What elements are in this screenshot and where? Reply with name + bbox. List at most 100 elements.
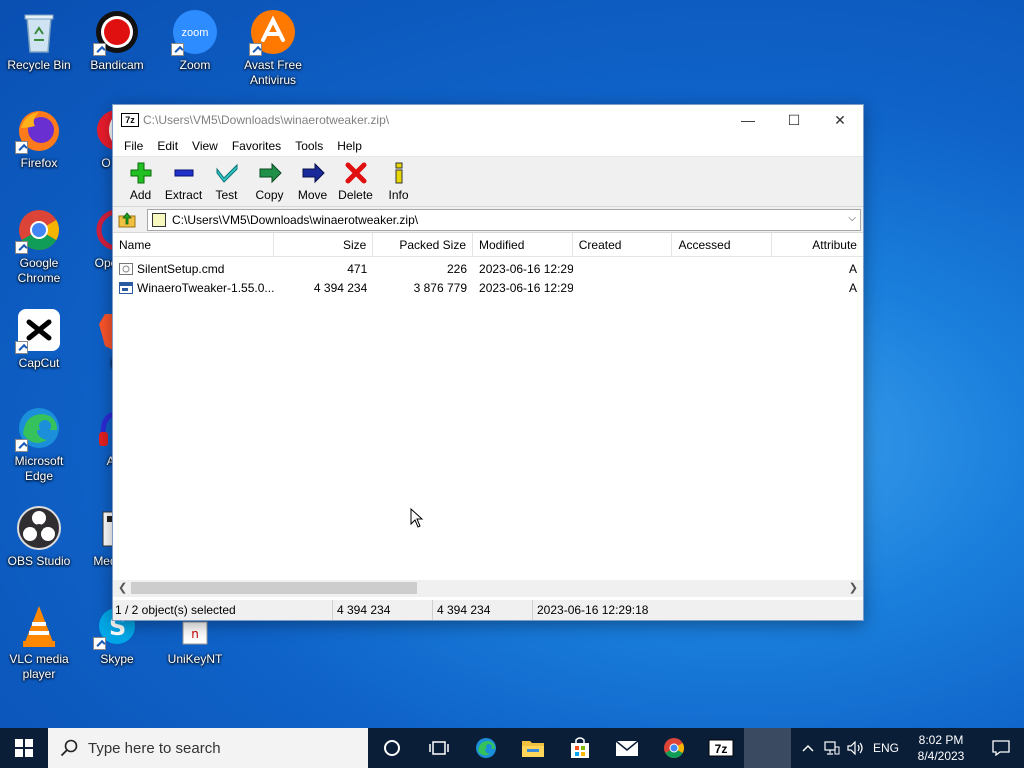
delete-button[interactable]: Delete — [334, 157, 377, 205]
action-center-button[interactable] — [978, 728, 1024, 768]
chrome-icon — [15, 206, 63, 254]
desktop-icon-obs-studio[interactable]: OBS Studio — [0, 500, 78, 592]
shortcut-arrow-icon — [15, 341, 28, 354]
taskbar-chrome[interactable] — [650, 728, 697, 768]
close-button[interactable]: ✕ — [817, 105, 863, 135]
copy-button[interactable]: Copy — [248, 157, 291, 205]
clock[interactable]: 8:02 PM 8/4/2023 — [904, 732, 978, 764]
info-button[interactable]: Info — [377, 157, 420, 205]
start-button[interactable] — [0, 728, 48, 768]
file-modified: 2023-06-16 12:29 — [479, 280, 573, 295]
shortcut-arrow-icon — [93, 43, 106, 56]
taskbar-file-explorer[interactable] — [509, 728, 556, 768]
recycle-bin-icon — [15, 8, 63, 56]
desktop-icon-firefox[interactable]: Firefox — [0, 102, 78, 194]
add-button[interactable]: Add — [119, 157, 162, 205]
menu-tools[interactable]: Tools — [288, 139, 330, 153]
taskbar-7zip[interactable]: 7z — [697, 728, 744, 768]
desktop-icon-zoom[interactable]: zoom Zoom — [156, 4, 234, 96]
sevenzip-window: 7z C:\Users\VM5\Downloads\winaerotweaker… — [112, 104, 864, 621]
column-header-packed-size[interactable]: Packed Size — [373, 232, 474, 257]
show-hidden-icons-chevron-up-icon[interactable] — [796, 728, 820, 768]
column-header-modified[interactable]: Modified — [473, 232, 573, 257]
taskbar-edge[interactable] — [462, 728, 509, 768]
status-size: 4 394 234 — [333, 600, 433, 620]
menu-view[interactable]: View — [185, 139, 225, 153]
desktop-icon-bandicam[interactable]: Bandicam — [78, 4, 156, 96]
delete-x-icon — [345, 162, 366, 184]
language-indicator[interactable]: ENG — [868, 728, 904, 768]
menu-favorites[interactable]: Favorites — [225, 139, 288, 153]
edge-icon — [15, 404, 63, 452]
desktop-icon-vlc[interactable]: VLC media player — [0, 598, 78, 690]
status-packed: 4 394 234 — [433, 600, 533, 620]
extract-button[interactable]: Extract — [162, 157, 205, 205]
task-view-button[interactable] — [415, 728, 462, 768]
title-bar[interactable]: 7z C:\Users\VM5\Downloads\winaerotweaker… — [113, 105, 863, 135]
up-folder-button[interactable] — [115, 209, 139, 231]
zip-file-icon — [152, 212, 166, 227]
info-label: Info — [388, 188, 409, 202]
move-label: Move — [297, 188, 328, 202]
path-field[interactable]: C:\Users\VM5\Downloads\winaerotweaker.zi… — [147, 208, 861, 231]
svg-text:n: n — [191, 627, 199, 641]
shortcut-arrow-icon — [15, 141, 28, 154]
desktop-icon-recycle-bin[interactable]: Recycle Bin — [0, 4, 78, 96]
horizontal-scrollbar[interactable]: ❮ ❯ — [113, 580, 863, 597]
mail-envelope-icon — [615, 740, 638, 756]
desktop-icon-avast[interactable]: Avast Free Antivirus — [234, 4, 312, 96]
file-accessed — [672, 278, 772, 297]
taskbar-mail[interactable] — [603, 728, 650, 768]
firefox-icon — [15, 106, 63, 154]
path-text: C:\Users\VM5\Downloads\winaerotweaker.zi… — [172, 212, 419, 227]
capcut-icon — [15, 306, 63, 354]
column-header-accessed[interactable]: Accessed — [672, 232, 773, 257]
info-icon — [395, 162, 402, 184]
cortana-button[interactable] — [368, 728, 415, 768]
scroll-right-icon[interactable]: ❯ — [849, 581, 858, 594]
status-selection: 1 / 2 object(s) selected — [113, 600, 333, 620]
notification-icon — [992, 740, 1010, 756]
desktop-icon-capcut[interactable]: CapCut — [0, 302, 78, 394]
taskbar-microsoft-store[interactable] — [556, 728, 603, 768]
maximize-button[interactable]: ☐ — [771, 105, 817, 135]
column-header-name[interactable]: Name — [113, 232, 274, 257]
column-header-attributes[interactable]: Attribute — [772, 233, 863, 257]
task-view-icon — [428, 741, 449, 755]
desktop-icon-label: Microsoft Edge — [14, 454, 64, 483]
taskbar-search[interactable]: Type here to search — [48, 728, 368, 768]
scrollbar-thumb[interactable] — [131, 582, 417, 594]
move-button[interactable]: Move — [291, 157, 334, 205]
menu-edit[interactable]: Edit — [150, 139, 185, 153]
table-row[interactable]: WinaeroTweaker-1.55.0.... 4 394 234 3 87… — [113, 278, 863, 297]
column-header-size[interactable]: Size — [274, 232, 374, 257]
scroll-left-icon[interactable]: ❮ — [118, 581, 127, 594]
bandicam-icon — [93, 8, 141, 56]
column-header-created[interactable]: Created — [573, 232, 673, 257]
store-bag-icon — [570, 737, 589, 758]
desktop-icon-microsoft-edge[interactable]: Microsoft Edge — [0, 400, 78, 492]
status-bar: 1 / 2 object(s) selected 4 394 234 4 394… — [113, 600, 863, 620]
volume-icon[interactable] — [844, 728, 868, 768]
chevron-down-icon[interactable]: ⌵ — [848, 213, 856, 224]
edge-icon — [475, 738, 496, 758]
vlc-icon — [15, 602, 63, 650]
minimize-button[interactable]: — — [725, 105, 771, 135]
clock-date: 8/4/2023 — [917, 749, 965, 763]
desktop-icon-label: OBS Studio — [7, 554, 71, 568]
sevenzip-app-icon[interactable]: 7z — [121, 113, 139, 127]
desktop-icon-label: Firefox — [20, 156, 58, 170]
network-icon[interactable] — [820, 728, 844, 768]
desktop-icon-google-chrome[interactable]: Google Chrome — [0, 202, 78, 294]
menu-file[interactable]: File — [117, 139, 150, 153]
file-name: SilentSetup.cmd — [137, 261, 225, 276]
desktop-icon-label: Recycle Bin — [7, 58, 71, 72]
copy-label: Copy — [255, 188, 284, 202]
table-row[interactable]: SilentSetup.cmd 471 226 2023-06-16 12:29… — [113, 259, 863, 278]
taskbar-active-window[interactable] — [744, 728, 791, 768]
menu-bar: File Edit View Favorites Tools Help — [113, 135, 863, 157]
menu-help[interactable]: Help — [330, 139, 369, 153]
file-attributes: A — [848, 280, 857, 295]
file-list[interactable]: SilentSetup.cmd 471 226 2023-06-16 12:29… — [113, 259, 863, 586]
test-button[interactable]: Test — [205, 157, 248, 205]
